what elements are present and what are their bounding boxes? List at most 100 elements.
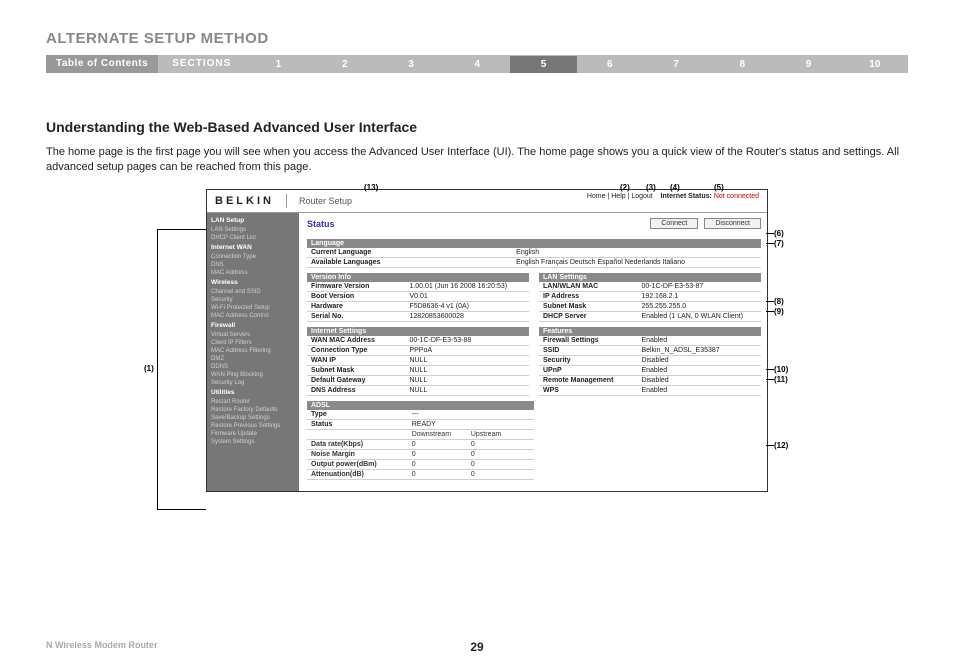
connect-button[interactable]: Connect [650,218,698,229]
table-row: Available LanguagesEnglish Français Deut… [307,258,761,268]
nav-sections-label: SECTIONS [158,55,245,73]
sidebar-item[interactable]: WAN Ping Blocking [207,371,299,379]
divider [286,194,287,208]
nav-section-9[interactable]: 9 [775,56,841,73]
router-ui-screenshot: BELKIN Router Setup Home | Help | Logout… [206,189,768,492]
sidebar-item[interactable]: MAC Address Control [207,312,299,320]
table-row: Firewall SettingsEnabled [539,336,761,346]
sidebar-item[interactable]: DMZ [207,355,299,363]
nav-section-8[interactable]: 8 [709,56,775,73]
section-adsl: ADSLType---StatusREADYDownstreamUpstream… [307,401,534,480]
adsl-column-headers: DownstreamUpstream [307,430,534,440]
router-header: BELKIN Router Setup Home | Help | Logout… [207,190,767,213]
nav-section-3[interactable]: 3 [378,56,444,73]
status-heading: Status [307,219,335,229]
callout-9: (9) [774,307,784,316]
section-version-info: Version InfoFirmware Version1.00.01 (Jun… [307,273,529,322]
router-content: Status Connect Disconnect LanguageCurren… [299,213,767,491]
sidebar-item[interactable]: Client IP Filters [207,339,299,347]
table-row: Remote ManagementDisabled [539,376,761,386]
section-internet-settings: Internet SettingsWAN MAC Address00-1C-DF… [307,327,529,396]
sidebar-item[interactable]: DDNS [207,363,299,371]
table-row: Noise Margin00 [307,450,534,460]
sidebar-heading: Internet WAN [207,242,299,253]
body-text: The home page is the first page you will… [46,145,908,175]
table-row: Current LanguageEnglish [307,248,761,258]
disconnect-button[interactable]: Disconnect [704,218,761,229]
sidebar-heading: Utilities [207,387,299,398]
sidebar-item[interactable]: MAC Address [207,269,299,277]
sidebar-item[interactable]: Virtual Servers [207,331,299,339]
nav-section-4[interactable]: 4 [444,56,510,73]
section-lan-settings: LAN SettingsLAN/WLAN MAC00-1C-DF-E3-53-8… [539,273,761,322]
callout-8: (8) [774,297,784,306]
sidebar-item[interactable]: Connection Type [207,253,299,261]
sidebar-item[interactable]: Security [207,296,299,304]
nav-section-10[interactable]: 10 [842,56,908,73]
sidebar-heading: LAN Setup [207,215,299,226]
top-links-text[interactable]: Home | Help | Logout [587,193,653,200]
sidebar-item[interactable]: Restore Previous Settings [207,422,299,430]
page-number: 29 [470,640,483,654]
sidebar-item[interactable]: Channel and SSID [207,288,299,296]
section-header: Language [307,239,761,248]
table-row: SSIDBelkin_N_ADSL_E35387 [539,346,761,356]
nav-section-1[interactable]: 1 [245,56,311,73]
table-row: Firmware Version1.00.01 (Jun 16 2008 16:… [307,282,529,292]
table-row: Subnet MaskNULL [307,366,529,376]
nav-strip: Table of Contents SECTIONS 12345678910 [46,55,908,73]
callout-7: (7) [774,239,784,248]
table-row: Boot VersionV0.01 [307,292,529,302]
nav-section-7[interactable]: 7 [643,56,709,73]
top-links[interactable]: Home | Help | Logout Internet Status: No… [587,193,759,200]
sidebar-item[interactable]: Save/Backup Settings [207,414,299,422]
table-row: Data rate(Kbps)00 [307,440,534,450]
sidebar-heading: Wireless [207,277,299,288]
nav-section-5[interactable]: 5 [510,56,576,73]
table-row: Output power(dBm)00 [307,460,534,470]
sidebar-item[interactable]: LAN Settings [207,226,299,234]
sidebar-item[interactable]: Restore Factory Defaults [207,406,299,414]
section-header: ADSL [307,401,534,410]
nav-toc[interactable]: Table of Contents [46,55,158,73]
sidebar-item[interactable]: Wi-Fi Protected Setup [207,304,299,312]
sidebar-item[interactable]: Security Log [207,379,299,387]
section-header: LAN Settings [539,273,761,282]
table-row: Subnet Mask255.255.255.0 [539,302,761,312]
brand-logo: BELKIN [215,195,274,207]
nav-section-6[interactable]: 6 [577,56,643,73]
section-header: Features [539,327,761,336]
sidebar-item[interactable]: System Settings [207,438,299,446]
table-row: WAN IPNULL [307,356,529,366]
callout-12: (12) [774,441,788,450]
table-row: DHCP ServerEnabled (1 LAN, 0 WLAN Client… [539,312,761,322]
section-header: Version Info [307,273,529,282]
table-row: Connection TypePPPoA [307,346,529,356]
table-row: Attenuation(dB)00 [307,470,534,480]
callout-1: (1) [144,364,154,373]
callout-11: (11) [774,375,788,384]
section-header: Internet Settings [307,327,529,336]
router-sidebar: LAN SetupLAN SettingsDHCP Client ListInt… [207,213,299,491]
router-setup-label: Router Setup [299,196,352,206]
table-row: WPSEnabled [539,386,761,396]
footer-product: N Wireless Modem Router [46,640,157,650]
nav-section-2[interactable]: 2 [312,56,378,73]
table-row: LAN/WLAN MAC00-1C-DF-E3-53-87 [539,282,761,292]
sidebar-item[interactable]: MAC Address Filtering [207,347,299,355]
table-row: Serial No.12820853600028 [307,312,529,322]
sidebar-item[interactable]: DHCP Client List [207,234,299,242]
table-row: StatusREADY [307,420,534,430]
internet-status-value: Not connected [714,193,759,200]
table-row: DNS AddressNULL [307,386,529,396]
sidebar-item[interactable]: DNS [207,261,299,269]
sidebar-item[interactable]: Firmware Update [207,430,299,438]
callout-6: (6) [774,229,784,238]
table-row: Type--- [307,410,534,420]
callout-10: (10) [774,365,788,374]
table-row: HardwareF5D8636-4 v1 (0A) [307,302,529,312]
sidebar-item[interactable]: Restart Router [207,398,299,406]
table-row: SecurityDisabled [539,356,761,366]
subsection-heading: Understanding the Web-Based Advanced Use… [46,119,908,135]
page-title: ALTERNATE SETUP METHOD [46,30,908,47]
